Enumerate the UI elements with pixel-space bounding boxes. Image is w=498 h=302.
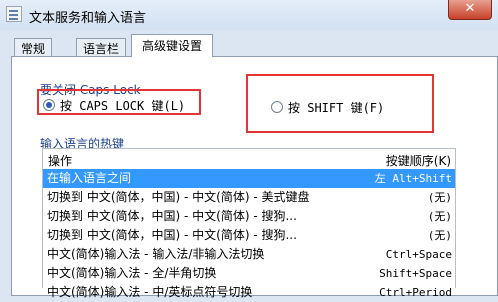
- list-header: 操作 按键顺序(K): [43, 149, 455, 169]
- tab-advanced-key-settings[interactable]: 高级键设置: [131, 34, 213, 57]
- close-button[interactable]: ✕: [448, 0, 492, 20]
- annotation-box: [37, 89, 201, 115]
- list-item[interactable]: 中文(简体)输入法 - 中/英标点符号切换 Ctrl+Period: [43, 283, 455, 302]
- list-item-key: (无): [427, 210, 452, 223]
- list-item-key: 左 Alt+Shift: [374, 172, 452, 185]
- list-item[interactable]: 切换到 中文(简体，中国) - 中文(简体) - 搜狗... (无): [43, 226, 455, 245]
- list-item-action: 中文(简体)输入法 - 输入法/非输入法切换: [47, 247, 265, 261]
- annotation-box: [246, 74, 434, 133]
- list-item-action: 切换到 中文(简体，中国) - 中文(简体) - 搜狗...: [47, 228, 297, 242]
- list-item[interactable]: 切换到 中文(简体，中国) - 中文(简体) - 美式键盘 (无): [43, 188, 455, 207]
- list-item-key: (无): [427, 229, 452, 242]
- list-item[interactable]: 在输入语言之间 左 Alt+Shift: [43, 169, 455, 188]
- list-item-action: 中文(简体)输入法 - 中/英标点符号切换: [47, 285, 253, 299]
- list-item-key: Ctrl+Space: [385, 248, 452, 261]
- list-item-key: Shift+Space: [379, 267, 452, 280]
- list-item[interactable]: 中文(简体)输入法 - 输入法/非输入法切换 Ctrl+Space: [43, 245, 455, 264]
- column-header-action: 操作: [48, 154, 73, 168]
- window-title: 文本服务和输入语言: [29, 11, 147, 26]
- list-item-action: 中文(简体)输入法 - 全/半角切换: [47, 266, 217, 280]
- column-header-key-sequence: 按键顺序(K): [385, 154, 451, 168]
- list-item[interactable]: 中文(简体)输入法 - 全/半角切换 Shift+Space: [43, 264, 455, 283]
- app-icon: [6, 6, 22, 22]
- list-item-key: (无): [427, 191, 452, 204]
- list-item-key: Ctrl+Period: [379, 286, 452, 299]
- list-item-action: 切换到 中文(简体，中国) - 中文(简体) - 搜狗...: [47, 209, 297, 223]
- list-item-action: 在输入语言之间: [47, 171, 132, 185]
- hotkey-list[interactable]: 操作 按键顺序(K) 在输入语言之间 左 Alt+Shift 切换到 中文(简体…: [42, 148, 456, 299]
- list-item[interactable]: 切换到 中文(简体，中国) - 中文(简体) - 搜狗... (无): [43, 207, 455, 226]
- list-item-action: 切换到 中文(简体，中国) - 中文(简体) - 美式键盘: [47, 190, 310, 204]
- title-bar: 文本服务和输入语言 ✕: [0, 0, 498, 30]
